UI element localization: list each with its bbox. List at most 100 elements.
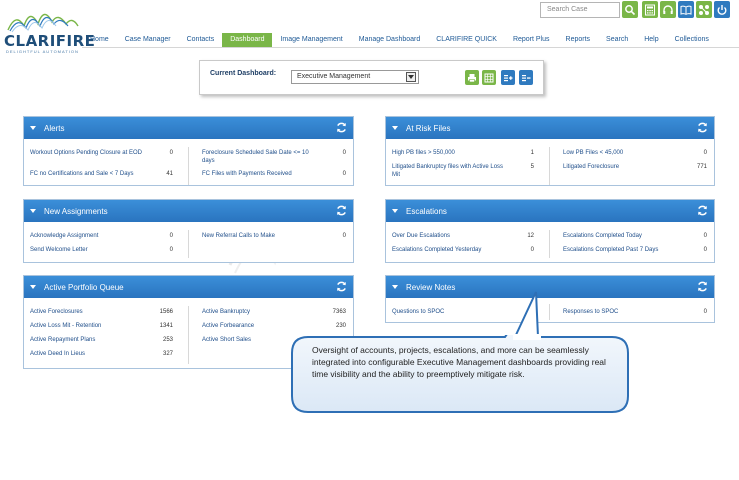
search-icon (625, 4, 636, 15)
callout-pointer (513, 291, 541, 340)
row-value: 41 (166, 171, 173, 177)
nav-item-reports[interactable]: Reports (558, 33, 599, 47)
new-assignments-title: New Assignments (44, 206, 108, 216)
nav-item-manage-dashboard[interactable]: Manage Dashboard (351, 33, 429, 47)
alert-row[interactable]: Foreclosure Scheduled Sale Date <= 10 da… (202, 149, 346, 165)
row-label: New Referral Calls to Make (202, 233, 276, 239)
row-value: 1 (530, 150, 534, 156)
at-risk-files-title: At Risk Files (406, 123, 451, 133)
collapse-caret-icon[interactable] (392, 285, 398, 289)
remove-widget-button[interactable] (519, 70, 533, 85)
nav-item-search[interactable]: Search (598, 33, 636, 47)
escalation-row[interactable]: Escalations Completed Past 7 Days 0 (563, 246, 707, 254)
brand-tagline: DELIGHTFUL AUTOMATION (6, 49, 79, 54)
row-value: 0 (169, 247, 173, 253)
nav-item-home[interactable]: Home (82, 33, 117, 47)
row-value: 0 (169, 233, 173, 239)
row-value: 771 (696, 164, 707, 170)
row-label: Active Short Sales (202, 337, 252, 343)
at-risk-files-header[interactable]: At Risk Files (386, 117, 714, 139)
row-value: 0 (703, 247, 707, 253)
portfolio-row[interactable]: Active Bankruptcy 7363 (202, 308, 346, 316)
row-value: 253 (162, 337, 173, 343)
refresh-icon[interactable] (696, 280, 709, 293)
calculator-button[interactable] (642, 1, 658, 18)
escalation-row[interactable]: Over Due Escalations 12 (392, 232, 534, 240)
row-label: High PB files > 550,000 (392, 150, 455, 156)
alert-row[interactable]: FC no Certifications and Sale < 7 Days 41 (30, 170, 173, 178)
assignment-row[interactable]: New Referral Calls to Make 0 (202, 232, 346, 240)
nav-item-case-manager[interactable]: Case Manager (117, 33, 179, 47)
at-risk-row[interactable]: Low PB Files < 45,000 0 (563, 149, 707, 157)
collapse-caret-icon[interactable] (392, 126, 398, 130)
dashboard-select[interactable]: Executive Management (291, 70, 419, 84)
row-value: 1566 (159, 309, 173, 315)
row-value: 12 (527, 233, 534, 239)
row-value: 0 (530, 247, 534, 253)
library-button[interactable] (678, 1, 694, 18)
row-label: Active Foreclosures (30, 309, 83, 315)
dashboard-select-value: Executive Management (297, 73, 371, 80)
portfolio-row[interactable]: Active Foreclosures 1566 (30, 308, 173, 316)
column-divider (549, 147, 550, 185)
nav-item-help[interactable]: Help (636, 33, 666, 47)
support-button[interactable] (660, 1, 676, 18)
collapse-caret-icon[interactable] (30, 209, 36, 213)
print-button[interactable] (465, 70, 479, 85)
column-divider (188, 147, 189, 185)
at-risk-row[interactable]: High PB files > 550,000 1 (392, 149, 534, 157)
main-nav: Home Case Manager Contacts Dashboard Image M… (82, 33, 717, 47)
assignment-row[interactable]: Send Welcome Letter 0 (30, 246, 173, 254)
nav-item-report-plus[interactable]: Report Plus (505, 33, 558, 47)
portfolio-row[interactable]: Active Deed In Lieus 327 (30, 350, 173, 358)
refresh-icon[interactable] (696, 121, 709, 134)
row-label: Active Loss Mit - Retention (30, 323, 102, 329)
portfolio-row[interactable]: Active Loss Mit - Retention 1341 (30, 322, 173, 330)
alerts-header[interactable]: Alerts (24, 117, 353, 139)
row-label: Workout Options Pending Closure at EOD (30, 150, 142, 156)
review-row[interactable]: Responses to SPOC 0 (563, 308, 707, 316)
search-input[interactable]: Search Case (540, 2, 620, 18)
list-add-icon (504, 74, 513, 81)
nav-item-dashboard[interactable]: Dashboard (222, 33, 273, 47)
escalations-header[interactable]: Escalations (386, 200, 714, 222)
refresh-icon[interactable] (335, 280, 348, 293)
row-value: 0 (342, 171, 346, 177)
portfolio-row[interactable]: Active Forbearance 230 (202, 322, 346, 330)
collapse-caret-icon[interactable] (30, 126, 36, 130)
portfolio-row[interactable]: Active Repayment Plans 253 (30, 336, 173, 344)
collapse-caret-icon[interactable] (392, 209, 398, 213)
search-button[interactable] (622, 1, 638, 18)
grid-view-button[interactable] (482, 70, 496, 85)
nav-item-collections[interactable]: Collections (667, 33, 717, 47)
row-value: 230 (335, 323, 346, 329)
at-risk-row[interactable]: Litigated Bankruptcy files with Active L… (392, 163, 534, 179)
at-risk-row[interactable]: Litigated Foreclosure 771 (563, 163, 707, 171)
new-assignments-header[interactable]: New Assignments (24, 200, 353, 222)
nav-item-image-management[interactable]: Image Management (272, 33, 350, 47)
clarifire-logo: CLARIFIRE DELIGHTFUL AUTOMATION (4, 4, 95, 54)
row-value: 7363 (332, 309, 346, 315)
escalation-row[interactable]: Escalations Completed Today 0 (563, 232, 707, 240)
active-portfolio-queue-header[interactable]: Active Portfolio Queue (24, 276, 353, 298)
current-dashboard-label: Current Dashboard: (210, 70, 277, 77)
alert-row[interactable]: Workout Options Pending Closure at EOD 0 (30, 149, 173, 157)
network-button[interactable] (696, 1, 712, 18)
logout-button[interactable] (714, 1, 730, 18)
network-icon (699, 4, 709, 15)
row-value: 0 (342, 233, 346, 239)
collapse-caret-icon[interactable] (30, 285, 36, 289)
row-label: Escalations Completed Yesterday (392, 247, 482, 253)
escalation-row[interactable]: Escalations Completed Yesterday 0 (392, 246, 534, 254)
refresh-icon[interactable] (696, 204, 709, 217)
nav-item-clarifire-quick[interactable]: CLARIFIRE QUICK (428, 33, 505, 47)
alert-row[interactable]: FC Files with Payments Received 0 (202, 170, 346, 178)
row-label: Low PB Files < 45,000 (563, 150, 624, 156)
nav-divider (82, 47, 739, 48)
refresh-icon[interactable] (335, 121, 348, 134)
add-widget-button[interactable] (501, 70, 515, 85)
assignment-row[interactable]: Acknowledge Assignment 0 (30, 232, 173, 240)
row-label: FC no Certifications and Sale < 7 Days (30, 171, 134, 177)
refresh-icon[interactable] (335, 204, 348, 217)
nav-item-contacts[interactable]: Contacts (179, 33, 223, 47)
